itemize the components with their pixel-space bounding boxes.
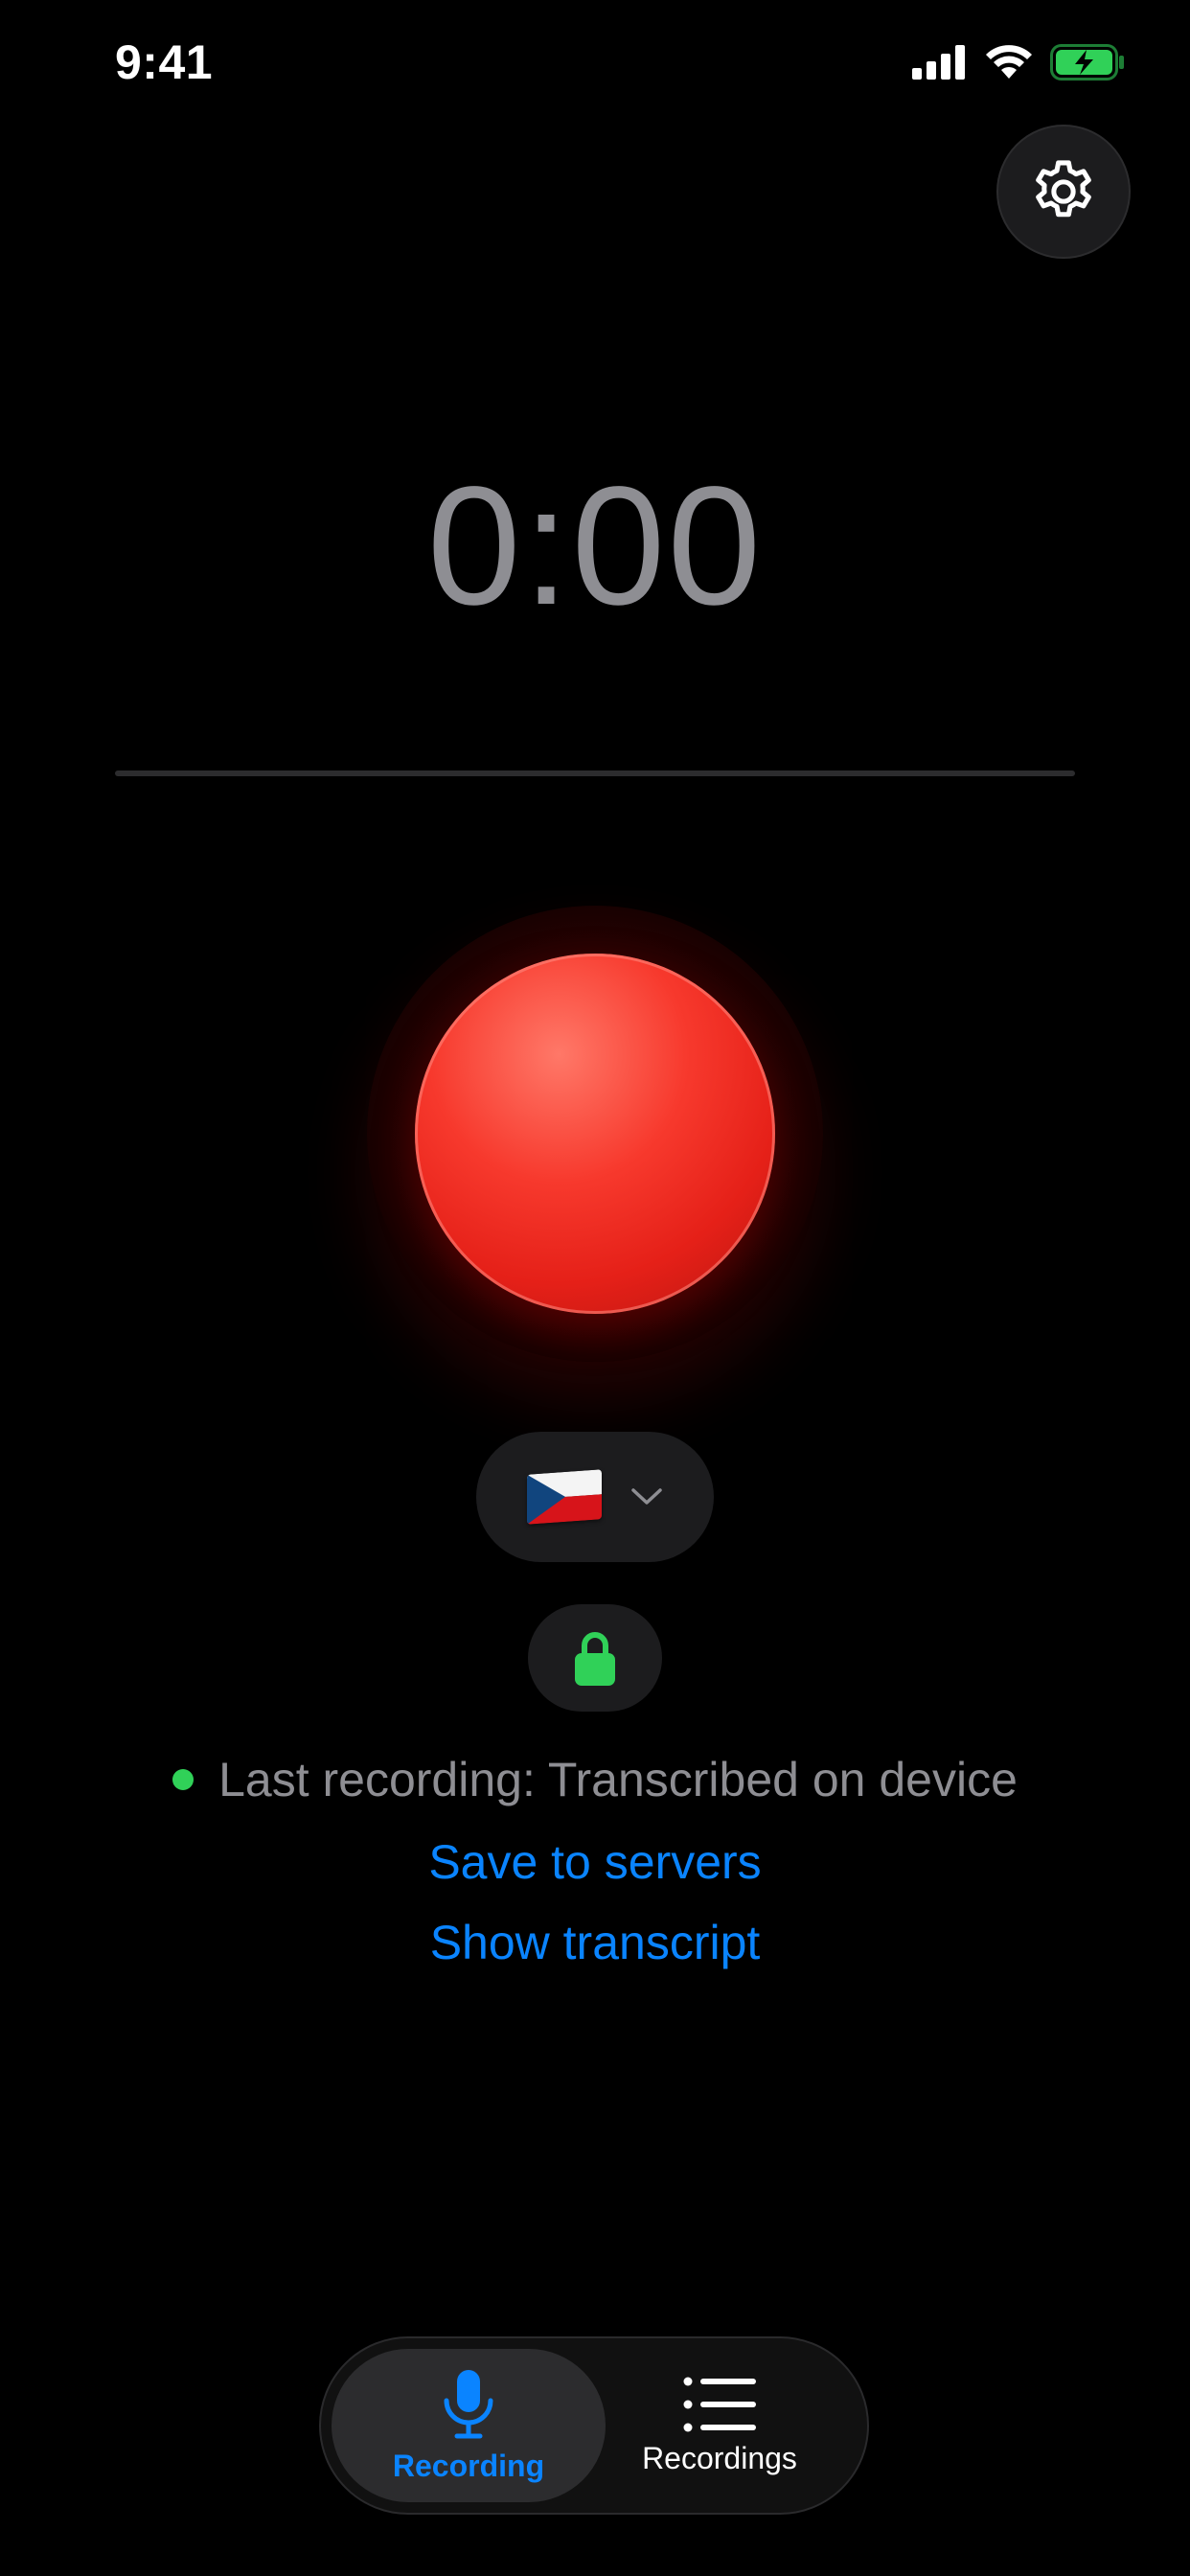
- cellular-signal-icon: [912, 45, 965, 80]
- status-icons: [912, 44, 1127, 80]
- lock-icon: [575, 1632, 615, 1686]
- record-button[interactable]: [415, 954, 775, 1314]
- status-dot: [172, 1769, 195, 1790]
- last-recording-status: Last recording: Transcribed on device: [0, 1752, 1190, 1807]
- battery-charging-icon: [1050, 44, 1124, 80]
- save-to-servers-link[interactable]: Save to servers: [0, 1834, 1190, 1890]
- status-text: Last recording: Transcribed on device: [218, 1753, 1018, 1806]
- microphone-icon: [444, 2369, 493, 2438]
- progress-track: [115, 770, 1075, 776]
- settings-button[interactable]: [996, 125, 1131, 259]
- recording-timer: 0:00: [426, 452, 764, 640]
- wifi-icon: [986, 45, 1032, 79]
- privacy-lock-button[interactable]: [528, 1604, 662, 1712]
- tab-recordings-label: Recordings: [642, 2440, 797, 2475]
- czech-flag-icon: [527, 1469, 602, 1525]
- tab-recording[interactable]: Recording: [332, 2349, 606, 2502]
- gear-icon: [1036, 160, 1091, 218]
- language-picker[interactable]: [476, 1432, 714, 1562]
- chevron-down-icon: [631, 1488, 662, 1505]
- status-time: 9:41: [115, 35, 214, 89]
- tab-recording-label: Recording: [392, 2448, 545, 2483]
- show-transcript-link[interactable]: Show transcript: [0, 1915, 1190, 1970]
- tab-recordings[interactable]: Recordings: [583, 2349, 857, 2502]
- list-icon: [683, 2377, 756, 2431]
